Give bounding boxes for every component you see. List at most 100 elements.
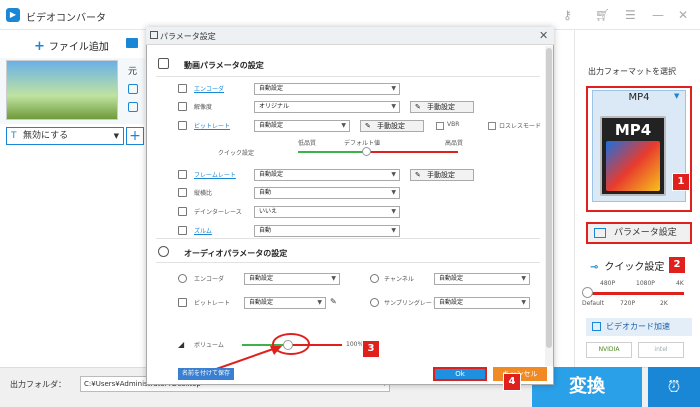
dialog-title: パラメータ設定 [160,32,216,41]
aspect-ratio-select[interactable]: 自動 ▼ [254,187,400,199]
chevron-down-icon: ▼ [341,122,346,129]
framerate-manual-label: 手動設定 [427,171,455,179]
cart-icon[interactable]: 🛒︎ [595,8,610,22]
audio-section-title: オーディオパラメータの設定 [184,249,288,258]
parameter-settings-label: パラメータ設定 [614,228,677,238]
info-icon[interactable] [128,84,138,94]
plus-icon: + [34,39,45,54]
encoder-select[interactable]: 自動設定 ▼ [254,83,400,95]
quick-settings-slider[interactable] [588,292,684,295]
audio-encoder-label: エンコーダ [194,276,225,283]
framerate-select[interactable]: 自動設定 ▼ [254,169,400,181]
pencil-icon: ✎ [415,171,421,179]
pencil-icon: ✎ [365,122,371,130]
quality-low-label: 低品質 [298,140,317,147]
minimize-button[interactable]: — [652,8,664,22]
resolution-icon [178,102,187,111]
zoom-select[interactable]: 自動 ▼ [254,225,400,237]
vbr-checkbox[interactable] [436,122,444,130]
bitrate-select[interactable]: 自動設定 ▼ [254,120,350,132]
dialog-settings-icon [150,31,158,39]
quick-tick-default: Default [582,300,604,307]
resolution-manual-button[interactable]: ✎ 手動設定 [410,101,474,113]
zoom-value: 自動 [259,227,272,234]
quick-tick-4k: 4K [676,280,684,287]
dialog-close-button[interactable]: ✕ [539,29,548,42]
channel-value: 自動設定 [439,275,464,282]
quick-tick-720p: 720P [620,300,636,307]
encoder-label[interactable]: エンコーダ [194,84,224,93]
section-divider [156,238,540,239]
quality-slider-knob[interactable] [362,147,371,156]
text-icon: T [11,131,17,141]
video-thumbnail [6,60,118,120]
lossless-checkbox[interactable] [488,122,496,130]
encoder-value: 自動設定 [259,85,284,92]
section-divider [156,76,540,77]
encoder-icon [178,84,187,93]
parameter-settings-button[interactable]: パラメータ設定 [586,222,692,244]
gpu-acceleration-button[interactable]: ビデオカード加速 [586,318,692,336]
ok-button[interactable]: Ok [433,367,487,381]
audio-bitrate-select[interactable]: 自動設定 ▼ [244,297,326,309]
chip-icon [592,322,601,331]
framerate-icon [178,170,187,179]
sample-rate-icon [370,298,379,307]
subtitle-select[interactable]: T 無効にする ▼ [6,127,124,145]
audio-encoder-select[interactable]: 自動設定 ▼ [244,273,340,285]
quick-tick-480p: 480P [600,280,616,287]
folder-icon[interactable] [126,38,138,48]
volume-value: 100% [346,341,364,348]
bitrate-manual-button[interactable]: ✎ 手動設定 [360,120,424,132]
bitrate-manual-label: 手動設定 [377,122,405,130]
chevron-down-icon: ▼ [391,103,396,110]
deinterlace-select[interactable]: いいえ ▼ [254,206,400,218]
format-title: 出力フォーマットを選択 [588,67,676,76]
framerate-label[interactable]: フレームレート [194,170,236,179]
pencil-icon[interactable]: ✎ [330,297,337,306]
chevron-down-icon: ▼ [331,275,336,282]
alarm-clock-button[interactable]: ⏰︎ [648,367,700,407]
add-file-button[interactable]: + ファイル追加 [34,38,109,54]
lossless-label: ロスレスモード [499,123,542,130]
vbr-label: VBR [447,121,460,128]
bitrate-label[interactable]: ビットレート [194,121,230,130]
sample-rate-select[interactable]: 自動設定 ▼ [434,297,530,309]
menu-icon[interactable]: ☰ [625,8,636,22]
chevron-down-icon: ▼ [113,132,119,140]
chevron-down-icon: ▼ [391,171,396,178]
sample-rate-value: 自動設定 [439,299,464,306]
chevron-down-icon: ▼ [391,189,396,196]
quality-slider-low[interactable] [298,151,366,153]
quality-slider-high[interactable] [366,151,458,153]
key-icon[interactable]: ⚷ [563,8,572,22]
edit-icon[interactable] [128,102,138,112]
audio-encoder-value: 自動設定 [249,275,274,282]
chevron-down-icon: ▼ [317,299,322,306]
source-label: 元 [128,67,138,77]
add-subtitle-button[interactable]: + [126,127,144,145]
subtitle-select-label: 無効にする [23,131,69,141]
audio-bitrate-icon [178,298,187,307]
quick-settings-text: クイック設定 [604,262,665,273]
channel-select[interactable]: 自動設定 ▼ [434,273,530,285]
channel-icon [370,274,379,283]
zoom-label[interactable]: ズルム [194,226,212,235]
resolution-label: 解像度 [194,104,213,111]
add-file-label: ファイル追加 [48,42,109,53]
gpu-acceleration-label: ビデオカード加速 [606,322,670,331]
zoom-icon [178,226,187,235]
video-section-title: 動画パラメータの設定 [184,61,264,70]
framerate-manual-button[interactable]: ✎ 手動設定 [410,169,474,181]
output-folder-label: 出力フォルダ： [10,380,66,389]
audio-bitrate-value: 自動設定 [249,299,274,306]
app-logo-icon: ▶ [6,8,20,22]
chevron-down-icon: ▼ [391,227,396,234]
chevron-down-icon: ▼ [391,208,396,215]
quick-settings-knob[interactable] [582,287,593,298]
close-window-button[interactable]: ✕ [678,8,688,22]
resolution-select[interactable]: オリジナル ▼ [254,101,400,113]
nvidia-logo: NVIDIA [586,342,632,358]
save-as-button[interactable]: 名前を付けて保存 [178,368,234,380]
dialog-scrollbar-thumb[interactable] [546,48,552,348]
